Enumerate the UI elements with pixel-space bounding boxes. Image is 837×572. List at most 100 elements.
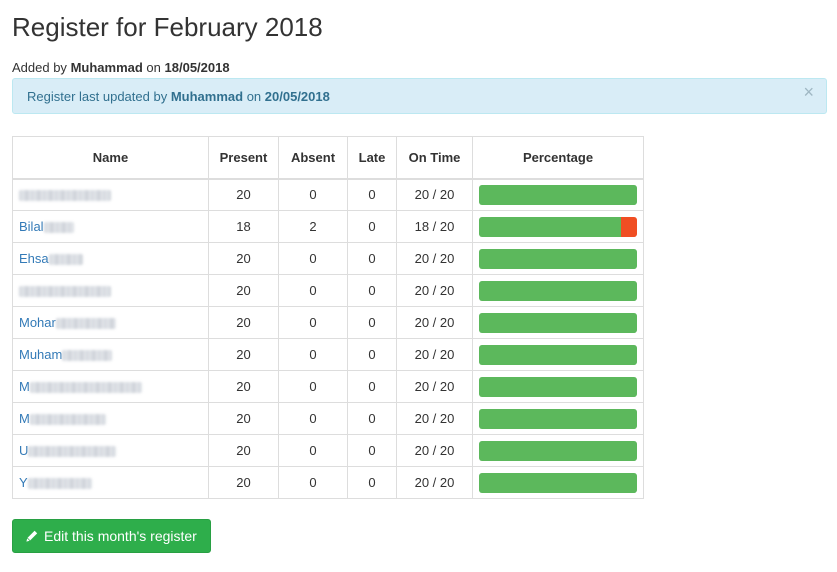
present-bar-segment xyxy=(479,312,637,333)
edit-register-label: Edit this month's register xyxy=(44,528,197,544)
added-by-line: Added by Muhammad on 18/05/2018 xyxy=(12,60,230,75)
student-name-cell[interactable] xyxy=(12,274,209,307)
redacted-name-blur xyxy=(29,382,142,394)
attendance-progress-bar xyxy=(479,440,637,461)
on-time-cell: 20 / 20 xyxy=(396,306,473,339)
attendance-progress-bar xyxy=(479,216,637,237)
attendance-progress-bar xyxy=(479,312,637,333)
student-name-cell[interactable]: Bilal xyxy=(12,210,209,243)
table-header-row: Name Present Absent Late On Time Percent… xyxy=(12,136,644,180)
alert-date: 20/05/2018 xyxy=(264,89,330,104)
on-time-cell: 20 / 20 xyxy=(396,274,473,307)
student-name-cell[interactable]: Y xyxy=(12,466,209,499)
late-cell: 0 xyxy=(347,402,397,435)
present-cell: 20 xyxy=(208,338,279,371)
table-row: 20 0 0 20 / 20 xyxy=(12,178,644,211)
on-time-cell: 20 / 20 xyxy=(396,434,473,467)
late-cell: 0 xyxy=(347,274,397,307)
percentage-cell xyxy=(472,178,644,211)
absent-cell: 0 xyxy=(278,370,348,403)
absent-cell: 0 xyxy=(278,306,348,339)
student-name-link[interactable]: U xyxy=(19,443,28,458)
late-cell: 0 xyxy=(347,178,397,211)
student-name-cell[interactable]: M xyxy=(12,402,209,435)
table-row: Y 20 0 0 20 / 20 xyxy=(12,466,644,499)
present-bar-segment xyxy=(479,440,637,461)
present-bar-segment xyxy=(479,344,637,365)
late-cell: 0 xyxy=(347,370,397,403)
added-by-user: Muhammad xyxy=(70,60,143,75)
present-cell: 20 xyxy=(208,274,279,307)
alert-prefix: Register last updated by xyxy=(27,89,168,104)
on-time-cell: 18 / 20 xyxy=(396,210,473,243)
absent-cell: 0 xyxy=(278,242,348,275)
absent-cell: 0 xyxy=(278,338,348,371)
alert-user: Muhammad xyxy=(170,89,244,104)
redacted-name-blur xyxy=(62,350,113,362)
on-time-cell: 20 / 20 xyxy=(396,338,473,371)
present-cell: 20 xyxy=(208,242,279,275)
student-name-cell[interactable]: Muham xyxy=(12,338,209,371)
student-name-link[interactable]: Mohar xyxy=(19,315,56,330)
student-name-link[interactable]: Ehsa xyxy=(19,251,49,266)
on-time-cell: 20 / 20 xyxy=(396,370,473,403)
student-name-link[interactable]: M xyxy=(19,379,30,394)
on-time-cell: 20 / 20 xyxy=(396,178,473,211)
late-cell: 0 xyxy=(347,306,397,339)
percentage-cell xyxy=(472,242,644,275)
attendance-progress-bar xyxy=(479,376,637,397)
student-name-cell[interactable]: U xyxy=(12,434,209,467)
present-cell: 20 xyxy=(208,402,279,435)
late-cell: 0 xyxy=(347,338,397,371)
student-name-cell[interactable]: Mohar xyxy=(12,306,209,339)
late-cell: 0 xyxy=(347,210,397,243)
student-name-cell[interactable]: Ehsa xyxy=(12,242,209,275)
student-name-cell[interactable] xyxy=(12,178,209,211)
student-name-link[interactable]: Y xyxy=(19,475,28,490)
redacted-name-blur xyxy=(19,190,111,202)
absent-cell: 2 xyxy=(278,210,348,243)
percentage-cell xyxy=(472,466,644,499)
table-row: M 20 0 0 20 / 20 xyxy=(12,370,644,403)
attendance-progress-bar xyxy=(479,344,637,365)
absent-cell: 0 xyxy=(278,434,348,467)
alert-on: on xyxy=(246,89,262,104)
header-name: Name xyxy=(12,136,209,180)
on-time-cell: 20 / 20 xyxy=(396,402,473,435)
table-row: M 20 0 0 20 / 20 xyxy=(12,402,644,435)
table-row: Mohar 20 0 0 20 / 20 xyxy=(12,306,644,339)
redacted-name-blur xyxy=(19,286,111,298)
attendance-progress-bar xyxy=(479,184,637,205)
header-present: Present xyxy=(208,136,279,180)
present-cell: 20 xyxy=(208,178,279,211)
present-bar-segment xyxy=(479,184,637,205)
absent-cell: 0 xyxy=(278,466,348,499)
present-bar-segment xyxy=(479,376,637,397)
redacted-name-blur xyxy=(29,414,106,426)
on-time-cell: 20 / 20 xyxy=(396,466,473,499)
attendance-progress-bar xyxy=(479,248,637,269)
close-icon[interactable]: × xyxy=(803,83,814,101)
attendance-progress-bar xyxy=(479,408,637,429)
table-row: U 20 0 0 20 / 20 xyxy=(12,434,644,467)
attendance-progress-bar xyxy=(479,472,637,493)
edit-register-button[interactable]: Edit this month's register xyxy=(12,519,211,553)
redacted-name-blur xyxy=(43,222,74,234)
redacted-name-blur xyxy=(27,478,92,490)
absent-cell: 0 xyxy=(278,274,348,307)
student-name-link[interactable]: Muham xyxy=(19,347,62,362)
percentage-cell xyxy=(472,306,644,339)
present-bar-segment xyxy=(479,280,637,301)
last-updated-alert: Register last updated by Muhammad on 20/… xyxy=(12,78,827,114)
late-cell: 0 xyxy=(347,434,397,467)
present-cell: 20 xyxy=(208,306,279,339)
added-by-prefix: Added by xyxy=(12,60,67,75)
student-name-cell[interactable]: M xyxy=(12,370,209,403)
table-row: Bilal 18 2 0 18 / 20 xyxy=(12,210,644,243)
header-absent: Absent xyxy=(278,136,348,180)
student-name-link[interactable]: M xyxy=(19,411,30,426)
present-bar-segment xyxy=(479,216,622,237)
late-cell: 0 xyxy=(347,466,397,499)
present-cell: 20 xyxy=(208,434,279,467)
student-name-link[interactable]: Bilal xyxy=(19,219,44,234)
